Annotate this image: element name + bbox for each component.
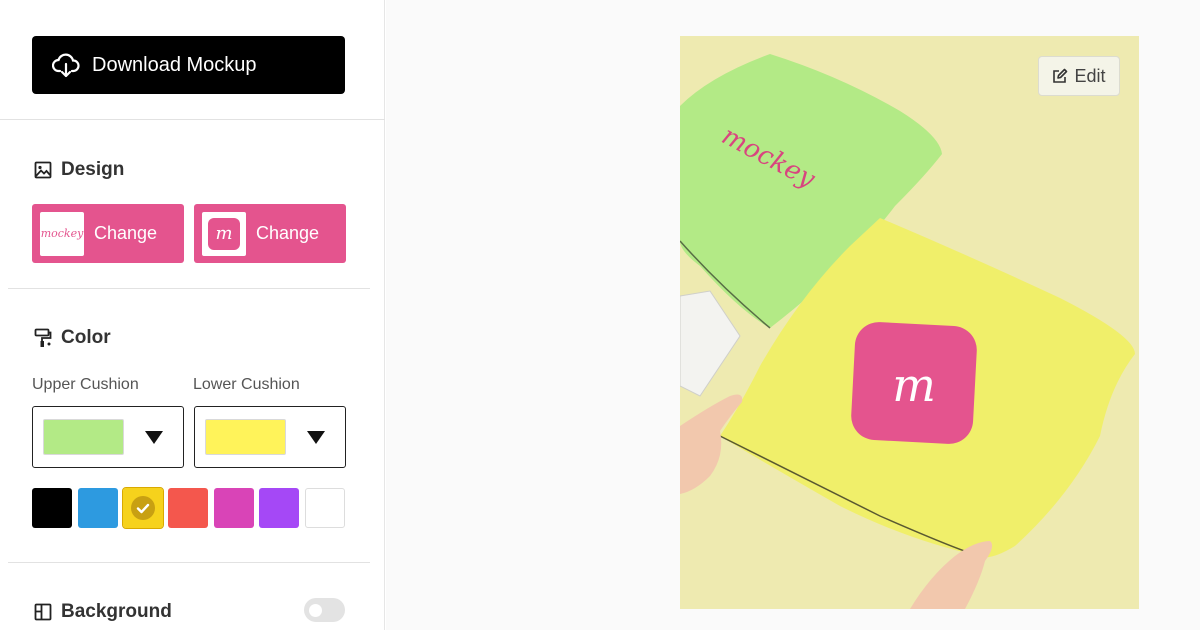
- edit-icon: [1053, 68, 1068, 83]
- divider: [0, 119, 385, 120]
- upper-cushion-color-swatch: [43, 419, 124, 455]
- edit-label: Edit: [1074, 65, 1106, 86]
- lower-cushion-color-select[interactable]: [194, 406, 346, 468]
- mockup-preview: mockey m Edit: [680, 36, 1139, 609]
- paint-roller-icon: [34, 328, 52, 347]
- lower-cushion-label: Lower Cushion: [193, 376, 300, 393]
- divider: [8, 288, 370, 289]
- design-title-text: Design: [61, 159, 125, 180]
- dropdown-caret-icon: [145, 431, 163, 444]
- design-section-title: Design: [34, 159, 124, 181]
- upper-cushion-label: Upper Cushion: [32, 376, 139, 393]
- toggle-knob: [309, 604, 322, 617]
- layout-icon: [34, 603, 52, 621]
- upper-cushion-color-select[interactable]: [32, 406, 184, 468]
- background-toggle[interactable]: [304, 598, 345, 622]
- lower-pillow-logo: m: [892, 358, 936, 412]
- download-mockup-button[interactable]: Download Mockup: [32, 36, 345, 94]
- color-swatch[interactable]: [78, 488, 118, 528]
- edit-button[interactable]: Edit: [1038, 56, 1120, 96]
- dropdown-caret-icon: [307, 431, 325, 444]
- color-swatch[interactable]: [214, 488, 254, 528]
- check-icon: [131, 496, 155, 520]
- design-thumbnail-text: m: [215, 223, 233, 244]
- cloud-download-icon: [52, 53, 80, 78]
- design-thumbnail-2: m: [202, 211, 246, 256]
- pillow-mockup-image: mockey m: [680, 36, 1139, 609]
- divider: [8, 562, 370, 563]
- change-design-button-1[interactable]: mockey Change: [32, 204, 184, 263]
- change-design-button-2[interactable]: m Change: [194, 204, 346, 263]
- color-swatch[interactable]: [122, 487, 164, 529]
- sidebar: Download Mockup Design mockey Change m C…: [0, 0, 385, 630]
- design-thumbnail-1: mockey: [40, 211, 84, 256]
- background-title-text: Background: [61, 601, 172, 622]
- color-swatch[interactable]: [259, 488, 299, 528]
- preview-area: mockey m Edit: [386, 0, 1200, 630]
- lower-cushion-color-swatch: [205, 419, 286, 455]
- design-thumbnail-text: mockey: [40, 227, 84, 240]
- download-mockup-label: Download Mockup: [92, 53, 257, 76]
- color-swatch[interactable]: [168, 488, 208, 528]
- image-icon: [34, 161, 52, 179]
- background-section-title: Background: [34, 601, 172, 623]
- color-swatch[interactable]: [305, 488, 345, 528]
- color-swatch[interactable]: [32, 488, 72, 528]
- change-button-label: Change: [94, 223, 158, 243]
- color-section-title: Color: [34, 327, 111, 349]
- color-title-text: Color: [61, 327, 111, 348]
- change-button-label: Change: [256, 223, 320, 243]
